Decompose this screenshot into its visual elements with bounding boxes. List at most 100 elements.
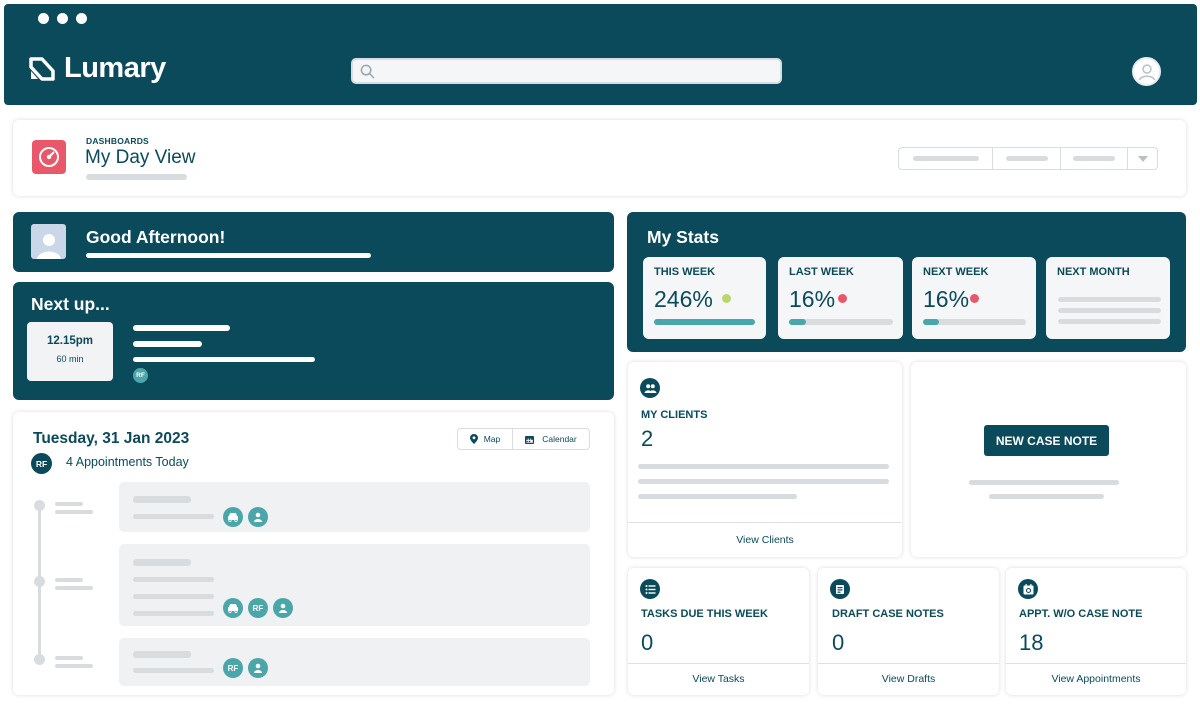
map-button[interactable]: Map: [458, 429, 513, 449]
header-action-button[interactable]: [899, 148, 993, 169]
greeting-subtext-placeholder: [86, 253, 371, 258]
calendar-button[interactable]: Calendar: [513, 429, 589, 449]
top-bar: [4, 4, 1197, 105]
new-case-note-button[interactable]: NEW CASE NOTE: [984, 425, 1109, 456]
appointment-title-placeholder: [133, 559, 191, 566]
user-initials-avatar: RF: [31, 453, 52, 474]
clients-placeholder: [638, 479, 889, 484]
clients-count: 2: [641, 426, 654, 451]
dashboard-gauge-icon: [32, 140, 66, 174]
tasks-due-count: 0: [641, 630, 654, 655]
map-button-label: Map: [483, 434, 501, 444]
task-list-icon: [640, 579, 660, 599]
view-drafts-link[interactable]: View Drafts: [818, 673, 999, 685]
timeline-dot: [34, 654, 45, 665]
appointment-card[interactable]: [119, 638, 590, 686]
clients-placeholder: [638, 464, 889, 469]
stat-label: NEXT MONTH: [1057, 266, 1130, 278]
my-clients-card: [628, 362, 902, 557]
status-dot-alert: [838, 294, 847, 303]
next-up-duration: 60 min: [56, 354, 84, 364]
case-note-placeholder: [989, 494, 1104, 499]
person-icon: [248, 658, 268, 678]
stat-progress-fill: [654, 319, 755, 325]
new-case-note-card: [911, 362, 1186, 557]
appointments-summary: 4 Appointments Today: [66, 455, 189, 469]
appointment-card[interactable]: [119, 482, 590, 532]
stat-value: 16%: [923, 286, 970, 312]
car-icon: [223, 598, 243, 618]
view-tasks-link[interactable]: View Tasks: [628, 673, 809, 685]
stat-value: 16%: [789, 286, 836, 312]
stat-placeholder: [1058, 319, 1161, 324]
lumary-logo-icon: [29, 56, 55, 81]
search-input[interactable]: [351, 58, 782, 84]
appointment-detail-placeholder: [133, 668, 214, 673]
stat-placeholder: [1058, 297, 1161, 302]
next-up-title: Next up...: [31, 294, 110, 314]
stat-progress-fill: [923, 319, 940, 325]
page-title: My Day View: [85, 147, 196, 168]
page-subtitle-placeholder: [86, 174, 187, 180]
divider: [818, 663, 999, 664]
my-stats-title: My Stats: [647, 227, 719, 247]
divider: [1006, 663, 1186, 664]
draft-notes-icon: [830, 579, 850, 599]
stat-progress-fill: [789, 319, 806, 325]
person-icon: [248, 507, 268, 527]
appointment-title-placeholder: [133, 651, 191, 658]
appointment-detail-placeholder: [133, 611, 214, 616]
calendar-icon: [525, 435, 535, 444]
clients-placeholder: [638, 494, 797, 499]
next-up-time: 12.15pm: [46, 335, 94, 347]
stat-next-week[interactable]: NEXT WEEK 16%: [912, 257, 1036, 339]
stat-last-week[interactable]: LAST WEEK 16%: [778, 257, 903, 339]
stat-next-month[interactable]: NEXT MONTH: [1046, 257, 1170, 339]
calendar-alert-icon: [1018, 579, 1038, 599]
stat-progress: [789, 319, 893, 325]
divider: [628, 522, 902, 523]
appointment-detail-placeholder: [133, 577, 214, 582]
window-dot-icon: [76, 13, 87, 24]
stat-label: NEXT WEEK: [923, 266, 989, 278]
view-clients-link[interactable]: View Clients: [628, 534, 902, 546]
app-name: Lumary: [64, 52, 166, 84]
appointment-detail-placeholder: [133, 594, 214, 599]
next-up-line-placeholder: [133, 325, 230, 331]
stat-label: LAST WEEK: [789, 266, 854, 278]
appt-without-case-note-label: APPT. W/O CASE NOTE: [1019, 608, 1143, 620]
stat-this-week[interactable]: THIS WEEK 246%: [643, 257, 766, 339]
stat-progress: [654, 319, 755, 325]
initials-badge: RF: [223, 658, 243, 678]
timeline-time-placeholder: [55, 664, 93, 668]
initials-badge: RF: [133, 368, 148, 383]
user-icon: [1138, 63, 1155, 80]
clients-label: MY CLIENTS: [641, 409, 708, 421]
header-action-button[interactable]: [993, 148, 1061, 169]
breadcrumb[interactable]: DASHBOARDS: [86, 136, 149, 146]
header-action-button[interactable]: [1061, 148, 1128, 169]
next-up-time-box[interactable]: [27, 322, 113, 381]
person-icon: [273, 598, 293, 618]
next-up-line-placeholder: [133, 341, 202, 347]
status-dot-positive: [722, 294, 731, 303]
chevron-down-icon: [1137, 155, 1148, 162]
stat-placeholder: [1058, 308, 1161, 313]
status-dot-alert: [970, 294, 979, 303]
case-note-placeholder: [969, 480, 1119, 485]
stat-progress: [923, 319, 1026, 325]
next-up-line-placeholder: [133, 357, 315, 362]
timeline-time-placeholder: [55, 656, 83, 660]
stat-label: THIS WEEK: [654, 266, 716, 278]
window-dot-icon: [38, 13, 49, 24]
timeline-time-placeholder: [55, 586, 93, 590]
divider: [628, 663, 809, 664]
header-dropdown-button[interactable]: [1128, 148, 1157, 169]
user-avatar[interactable]: [1132, 57, 1161, 86]
window-dot-icon: [57, 13, 68, 24]
view-appointments-link[interactable]: View Appointments: [1006, 673, 1186, 685]
calendar-button-label: Calendar: [542, 434, 577, 444]
initials-badge: RF: [248, 598, 268, 618]
app-logo[interactable]: Lumary: [28, 52, 166, 85]
car-icon: [223, 507, 243, 527]
